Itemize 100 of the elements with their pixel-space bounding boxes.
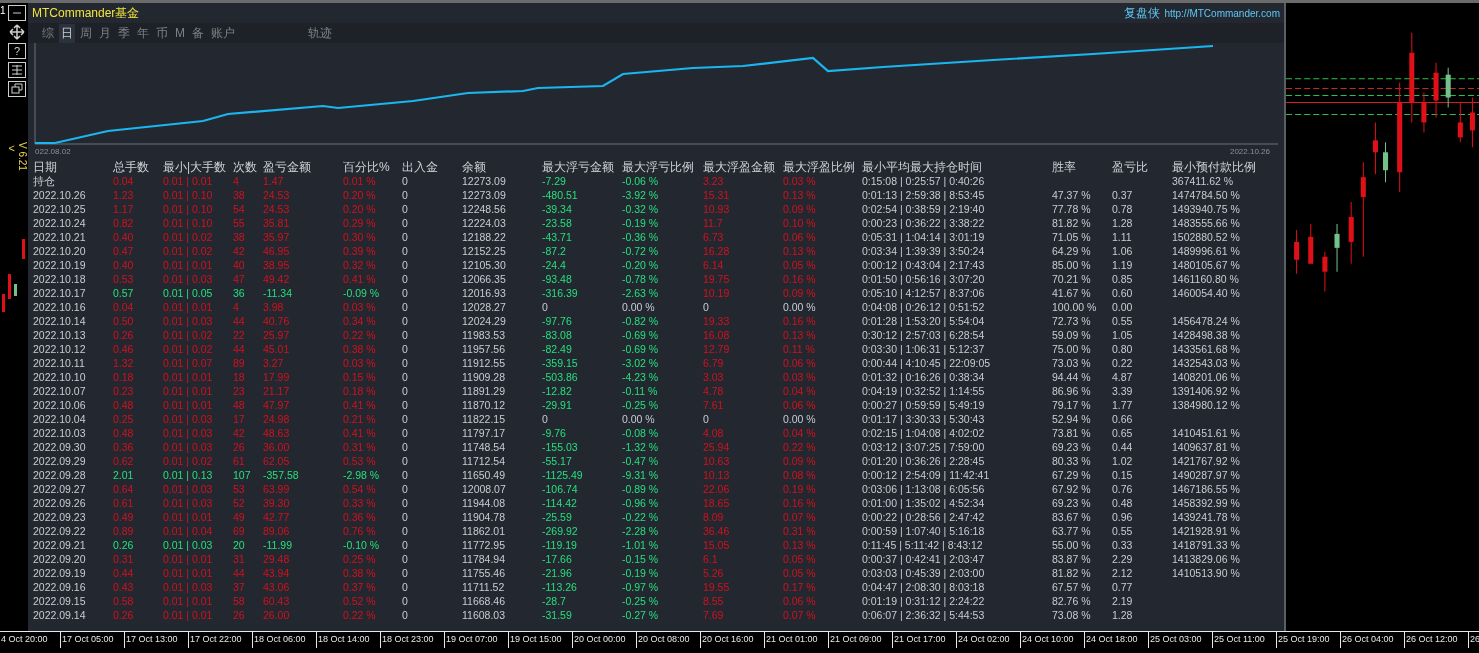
table-cell-text: 0.25 %: [343, 552, 377, 566]
table-cell-text: 17.99: [263, 370, 291, 384]
table-cell-text: -0.69 %: [622, 342, 660, 356]
table-cell-text: -82.49: [542, 342, 573, 356]
table-cell-text: 0:15:08 | 0:25:57 | 0:40:26: [862, 174, 986, 188]
table-cell-text: 0:03:30 | 1:06:31 | 5:12:37: [862, 342, 986, 356]
table-cell-text: 41.67 %: [1052, 286, 1092, 300]
table-cell-text: 1410451.61 %: [1172, 426, 1241, 440]
period-tab[interactable]: 日: [59, 23, 75, 43]
period-tab[interactable]: 币: [154, 23, 170, 43]
table-cell-text: 0.41 %: [343, 398, 377, 412]
table-cell-text: -87.2: [542, 244, 567, 258]
table-cell-text: -113.26: [542, 580, 578, 594]
table-cell-text: 44: [233, 314, 246, 328]
table-cell-text: 0: [402, 230, 409, 244]
table-cell-text: 58: [233, 594, 246, 608]
table-cell-text: 18: [233, 370, 246, 384]
period-tab[interactable]: 轨迹: [306, 23, 334, 43]
table-cell-text: 0.53 %: [343, 454, 377, 468]
table-cell-text: 10.63: [703, 454, 731, 468]
table-cell-text: 70.21 %: [1052, 272, 1092, 286]
table-cell-text: 11983.53: [462, 328, 506, 342]
table-cell-text: 0.33: [1112, 538, 1134, 552]
table-cell-text: 0.22: [1112, 356, 1134, 370]
table-cell-text: 1.19: [1112, 258, 1134, 272]
table-cell-text: 23: [233, 384, 246, 398]
table-cell-text: 64.29 %: [1052, 244, 1092, 258]
table-cell-text: 0.01 | 0.01: [163, 594, 214, 608]
table-cell-text: 10.93: [703, 202, 731, 216]
table-cell-text: 0: [703, 412, 710, 426]
candle: [1469, 97, 1475, 148]
table-cell-text: 0.01 | 0.01: [163, 552, 214, 566]
table-cell-text: -21.96: [542, 566, 573, 580]
time-axis-label: 26: [1468, 632, 1479, 648]
table-cell-text: 0.06 %: [783, 356, 817, 370]
table-cell-text: 0:04:47 | 2:08:30 | 8:03:18: [862, 580, 986, 594]
minimize-icon[interactable]: [8, 5, 26, 21]
table-cell-text: 0.08 %: [783, 468, 817, 482]
table-cell-text: 0: [402, 594, 409, 608]
table-cell-text: -97.76: [542, 314, 573, 328]
period-tab[interactable]: 季: [116, 23, 132, 43]
table-cell-text: 0.76: [1112, 482, 1134, 496]
collapse-button[interactable]: <: [8, 142, 15, 154]
table-cell-text: 16.28: [703, 244, 731, 258]
table-cell-text: 2022.10.19: [33, 258, 87, 272]
table-cell-text: 21.17: [263, 384, 291, 398]
table-cell-text: 12224.03: [462, 216, 507, 230]
website-link[interactable]: http://MTCommander.com: [1164, 7, 1280, 19]
period-tab[interactable]: 周: [78, 23, 94, 43]
table-cell-text: 1.06: [1112, 244, 1134, 258]
table-cell-text: -119.19: [542, 538, 578, 552]
table-cell-text: 0: [402, 538, 409, 552]
table-cell-text: 72.73 %: [1052, 314, 1092, 328]
table-cell-text: 12105.30: [462, 258, 507, 272]
table-cell-text: 1.77: [1112, 398, 1134, 412]
table-cell-text: 0.37: [1112, 188, 1134, 202]
table-cell-text: 0:00:37 | 0:42:41 | 2:03:47: [862, 552, 986, 566]
table-cell-text: -316.39: [542, 286, 579, 300]
table-cell-text: -28.7: [542, 594, 567, 608]
table-cell-text: 8.55: [703, 594, 725, 608]
table-cell-text: 0.58: [113, 594, 135, 608]
table-cell-text: 3.98: [263, 300, 285, 314]
table-cell-text: -31.59: [542, 608, 573, 622]
candle: [1294, 229, 1300, 275]
candle: [1308, 223, 1314, 264]
table-cell-text: -12.82: [542, 384, 573, 398]
table-cell-text: -3.92 %: [622, 188, 660, 202]
table-cell-text: 0.37 %: [343, 580, 377, 594]
table-cell-text: 2022.09.22: [33, 524, 87, 538]
move-icon[interactable]: [8, 24, 26, 40]
period-tab[interactable]: 综: [40, 23, 56, 43]
time-axis-label: 20 Oct 16:00: [700, 632, 764, 648]
table-cell-text: -357.58: [263, 468, 300, 482]
table-cell-text: -0.06 %: [622, 174, 660, 188]
grid-icon[interactable]: [8, 62, 26, 78]
column-header: 最大浮盈金额: [703, 160, 776, 174]
period-tab[interactable]: 备: [190, 23, 206, 43]
table-cell-text: 0.01 | 0.02: [163, 328, 214, 342]
table-cell-text: 35.97: [263, 230, 291, 244]
period-tab[interactable]: 账户: [209, 23, 237, 43]
table-cell-text: 7.69: [703, 608, 725, 622]
table-cell-text: -0.32 %: [622, 202, 660, 216]
table-cell-text: 73.81 %: [1052, 426, 1092, 440]
candle: [1372, 121, 1378, 175]
time-axis-label: 25 Oct 19:00: [1276, 632, 1340, 648]
table-cell-text: 0:01:00 | 1:35:02 | 4:52:34: [862, 496, 986, 510]
version-label: V 6.21: [17, 142, 28, 171]
period-tab[interactable]: 月: [97, 23, 113, 43]
table-cell-text: 12.79: [703, 342, 731, 356]
period-tab[interactable]: 年: [135, 23, 151, 43]
table-cell-text: 0.01 %: [343, 174, 377, 188]
help-button[interactable]: ?: [8, 43, 26, 59]
table-cell-text: 29.48: [263, 552, 291, 566]
table-cell-text: 1458392.99 %: [1172, 496, 1241, 510]
period-tab[interactable]: M: [173, 25, 187, 41]
restore-icon[interactable]: [8, 81, 26, 97]
table-cell-text: 0:00:27 | 0:59:59 | 5:49:19: [862, 398, 986, 412]
table-cell-text: 0.01 | 0.03: [163, 440, 214, 454]
table-cell-text: -0.19 %: [622, 216, 660, 230]
table-cell-text: 67.92 %: [1052, 482, 1092, 496]
